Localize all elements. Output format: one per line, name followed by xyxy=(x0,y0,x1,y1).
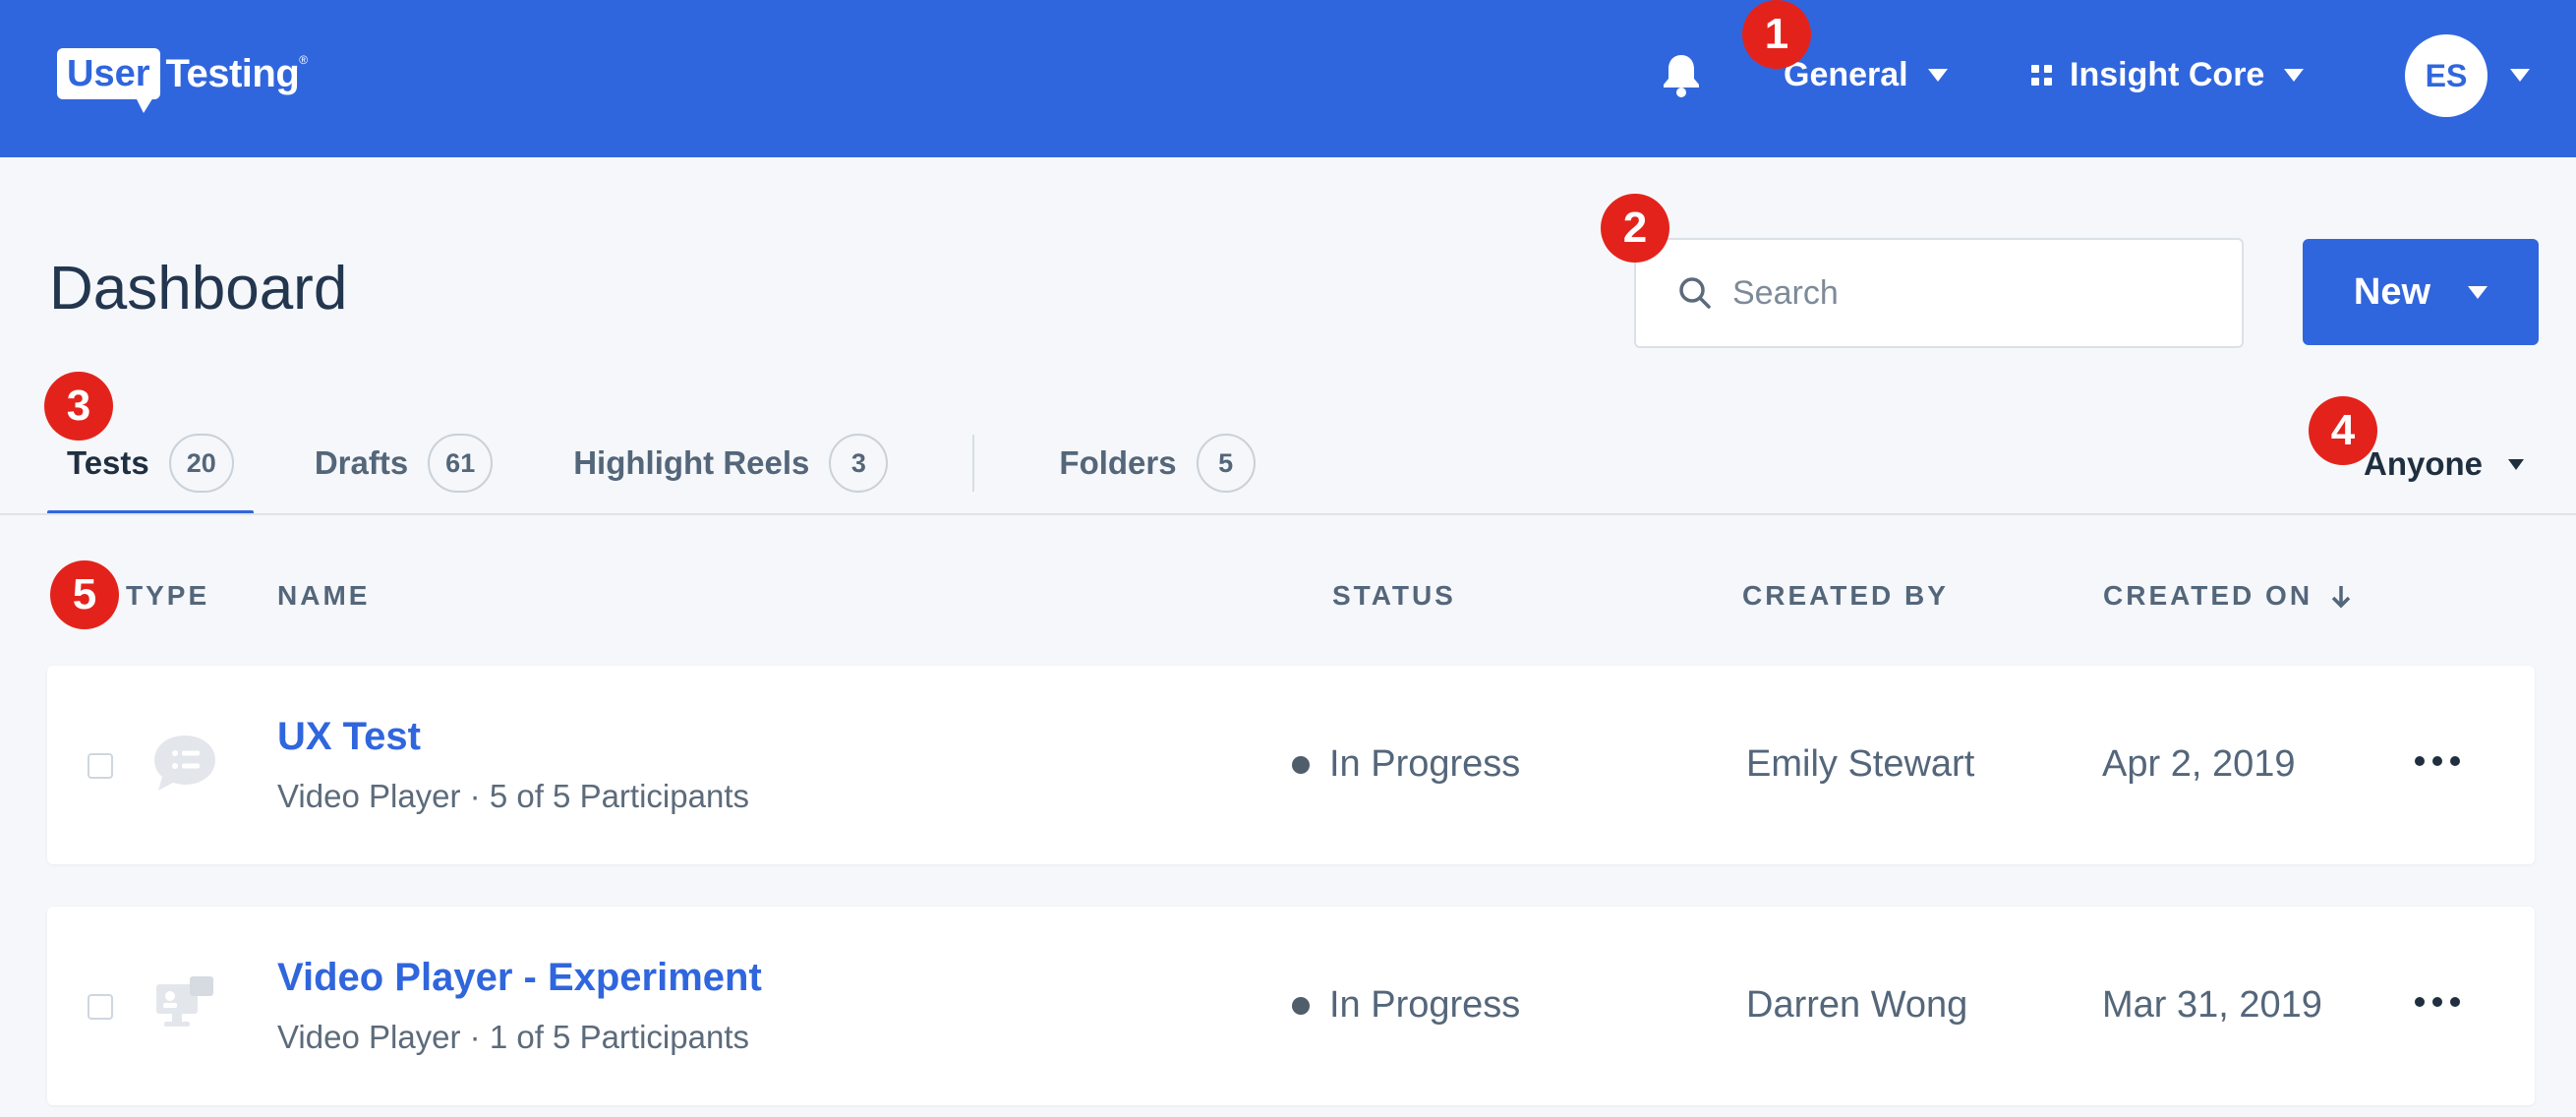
status-cell: In Progress xyxy=(1292,984,1520,1027)
status-dot-icon xyxy=(1292,996,1310,1015)
search-icon xyxy=(1679,277,1711,309)
status-cell: In Progress xyxy=(1292,743,1520,786)
product-label: Insight Core xyxy=(2070,55,2265,93)
tab-count-badge: 20 xyxy=(168,434,234,493)
sort-descending-arrow-icon xyxy=(2331,586,2351,609)
desktop-experiment-icon xyxy=(156,976,213,1027)
column-header-created-by[interactable]: CREATED BY xyxy=(1742,580,1949,612)
status-text: In Progress xyxy=(1329,984,1521,1026)
tab-count-badge: 5 xyxy=(1196,434,1256,493)
table-row[interactable]: Video Player - Experiment Video Player ·… xyxy=(47,907,2535,1105)
created-by-cell: Emily Stewart xyxy=(1746,743,1975,785)
tab-label: Drafts xyxy=(314,444,409,481)
callout-marker-5: 5 xyxy=(50,560,119,629)
test-name-link[interactable]: Video Player - Experiment xyxy=(277,956,762,1000)
column-header-status[interactable]: STATUS xyxy=(1332,580,1456,612)
row-checkbox[interactable] xyxy=(88,994,113,1020)
test-name-link[interactable]: UX Test xyxy=(277,715,421,759)
callout-marker-2: 2 xyxy=(1601,194,1669,263)
status-text: In Progress xyxy=(1329,743,1521,785)
tab-drafts[interactable]: Drafts 61 xyxy=(295,429,512,498)
page-title: Dashboard xyxy=(49,255,348,323)
chevron-down-icon xyxy=(2508,458,2525,470)
status-dot-icon xyxy=(1292,755,1310,774)
tab-folders[interactable]: Folders 5 xyxy=(1039,429,1274,498)
chevron-down-icon xyxy=(2468,285,2488,299)
chevron-down-icon xyxy=(1927,68,1948,82)
tab-label: Tests xyxy=(67,444,149,481)
callout-marker-3: 3 xyxy=(44,372,113,441)
tab-count-badge: 3 xyxy=(829,434,889,493)
more-options-icon[interactable] xyxy=(2411,752,2464,770)
created-on-cell: Mar 31, 2019 xyxy=(2102,984,2322,1026)
dashboard-tabs: Tests 20 Drafts 61 Highlight Reels 3 Fol… xyxy=(47,429,1275,515)
logo-wordmark: Testing xyxy=(165,51,300,95)
tab-label: Highlight Reels xyxy=(573,444,810,481)
tab-label: Folders xyxy=(1059,444,1177,481)
logo-trademark: ® xyxy=(299,53,309,67)
column-header-label: CREATED ON xyxy=(2103,580,2313,611)
tab-highlight-reels[interactable]: Highlight Reels 3 xyxy=(554,429,907,498)
created-by-cell: Darren Wong xyxy=(1746,984,1968,1026)
product-dropdown[interactable]: Insight Core xyxy=(2031,49,2305,100)
created-on-cell: Apr 2, 2019 xyxy=(2102,743,2296,785)
column-header-name[interactable]: NAME xyxy=(277,580,370,612)
search-box[interactable] xyxy=(1634,238,2244,348)
logo-user-mark: User xyxy=(57,48,160,113)
test-subtitle: Video Player · 1 of 5 Participants xyxy=(277,1019,749,1055)
more-options-icon[interactable] xyxy=(2411,993,2464,1011)
new-button-label: New xyxy=(2353,270,2431,313)
search-input[interactable] xyxy=(1732,273,2204,313)
notifications-bell-icon[interactable] xyxy=(1660,51,1703,98)
tabs-divider xyxy=(0,513,2576,515)
callout-marker-4: 4 xyxy=(2309,396,2377,465)
table-row[interactable]: UX Test Video Player · 5 of 5 Participan… xyxy=(47,666,2535,864)
tab-count-badge: 61 xyxy=(428,434,494,493)
chevron-down-icon xyxy=(2284,68,2305,82)
column-header-type: TYPE xyxy=(126,580,210,611)
owner-filter-dropdown[interactable]: Anyone xyxy=(2364,439,2525,490)
callout-marker-1: 1 xyxy=(1742,0,1811,69)
column-header-created-on[interactable]: CREATED ON xyxy=(2103,580,2352,612)
owner-filter-label: Anyone xyxy=(2364,445,2484,482)
top-nav-bar: User Testing ® General Insight Core ES xyxy=(0,0,2576,157)
usertesting-logo[interactable]: User Testing ® xyxy=(57,43,309,113)
workspace-dropdown[interactable]: General xyxy=(1784,49,1948,100)
row-checkbox[interactable] xyxy=(88,753,113,779)
account-menu-chevron-icon[interactable] xyxy=(2510,69,2530,82)
workspace-label: General xyxy=(1784,55,1908,93)
apps-grid-icon xyxy=(2031,64,2052,86)
user-avatar[interactable]: ES xyxy=(2405,34,2488,117)
tab-separator xyxy=(972,435,975,492)
new-button[interactable]: New xyxy=(2303,239,2539,345)
test-subtitle: Video Player · 5 of 5 Participants xyxy=(277,778,749,814)
chat-list-icon xyxy=(154,735,215,791)
